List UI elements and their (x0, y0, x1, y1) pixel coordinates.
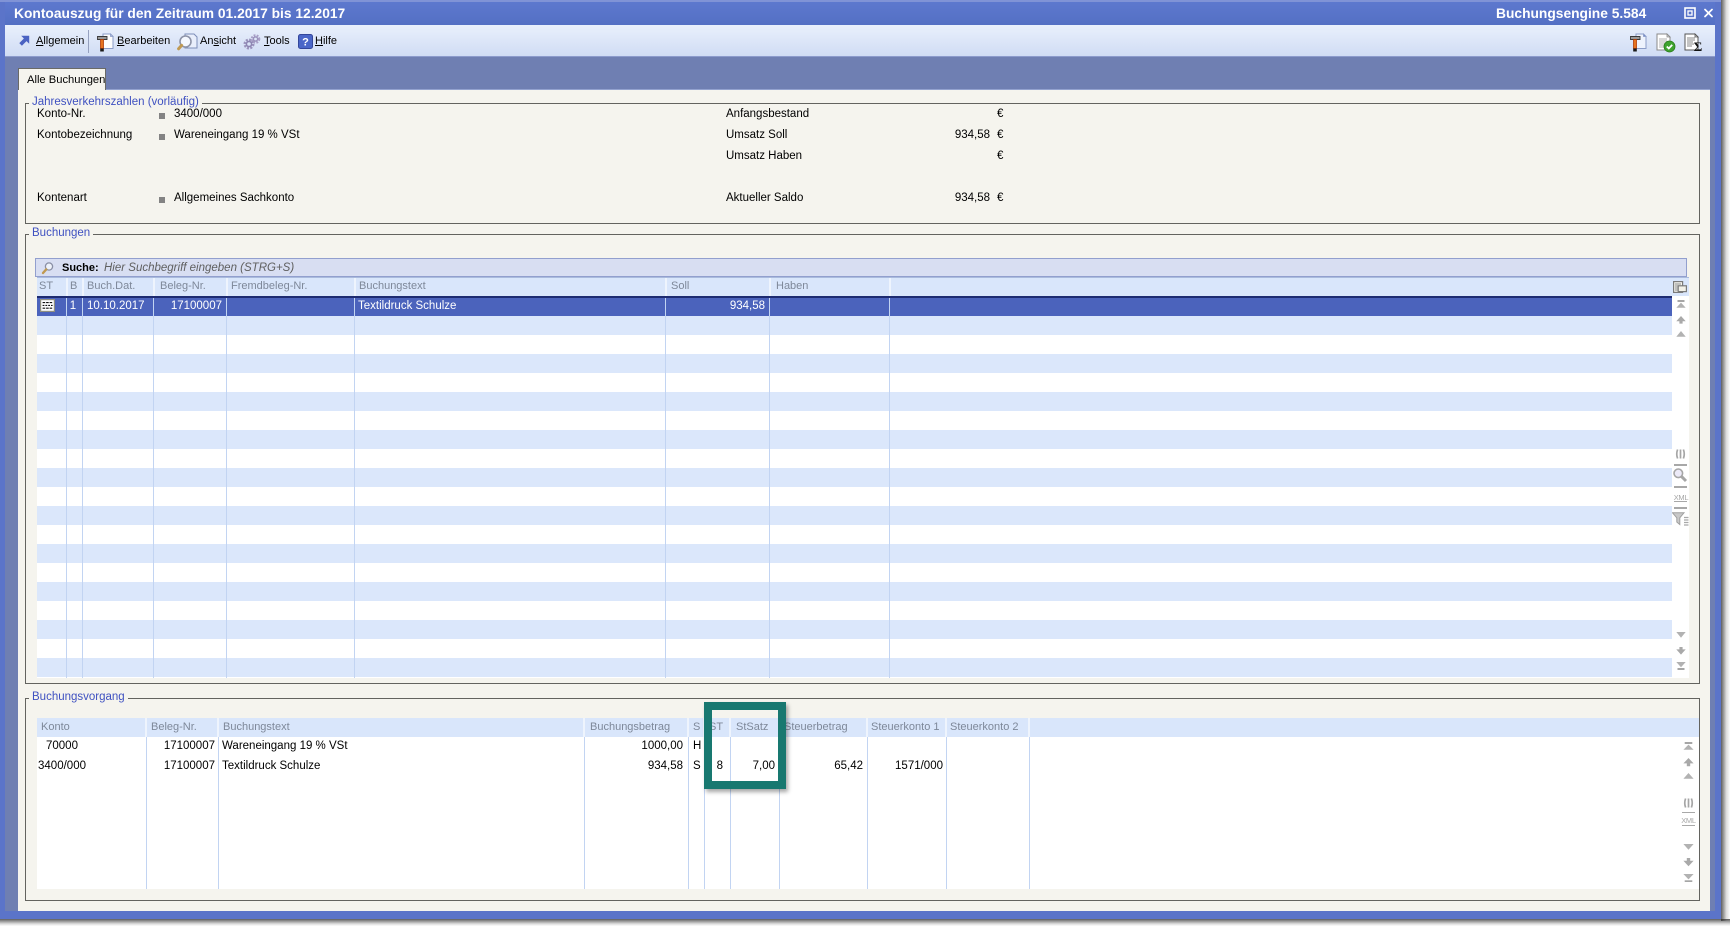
svg-text:Σ: Σ (1694, 39, 1703, 53)
svg-text:?: ? (302, 37, 309, 49)
